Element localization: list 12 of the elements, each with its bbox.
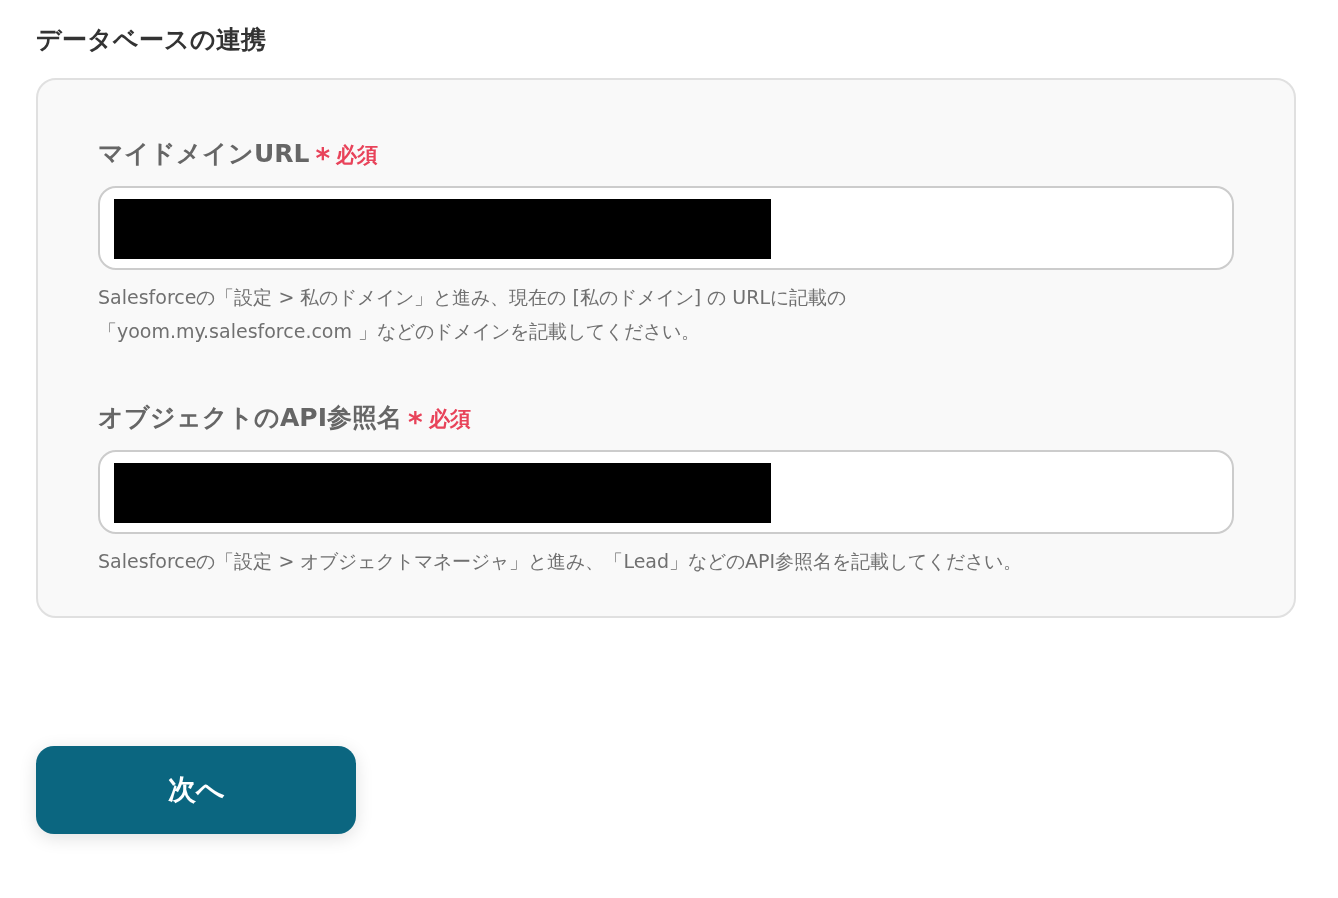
required-asterisk: * [408,406,423,439]
field-label: オブジェクトのAPI参照名 [98,402,402,434]
field-label: マイドメインURL [98,138,310,170]
required-asterisk: * [315,142,331,175]
required-label: 必須 [428,406,471,433]
section-title: データベースの連携 [36,24,267,56]
required-label: 必須 [336,142,379,169]
input-field[interactable] [98,450,1234,534]
input-field[interactable] [98,186,1234,270]
help-text: Salesforceの「設定 > 私のドメイン」と進み、現在の [私のドメイン] の URLに記載の 「yoom.my.salesforce.com 」などのドメインを記載してください。 [98,285,848,344]
help-text: Salesforceの「設定 > オブジェクトマネージャ」と進み、「Lead」などのAPI参照名を記載してください。 [98,549,1024,574]
next-button[interactable]: 次へ [36,746,356,834]
